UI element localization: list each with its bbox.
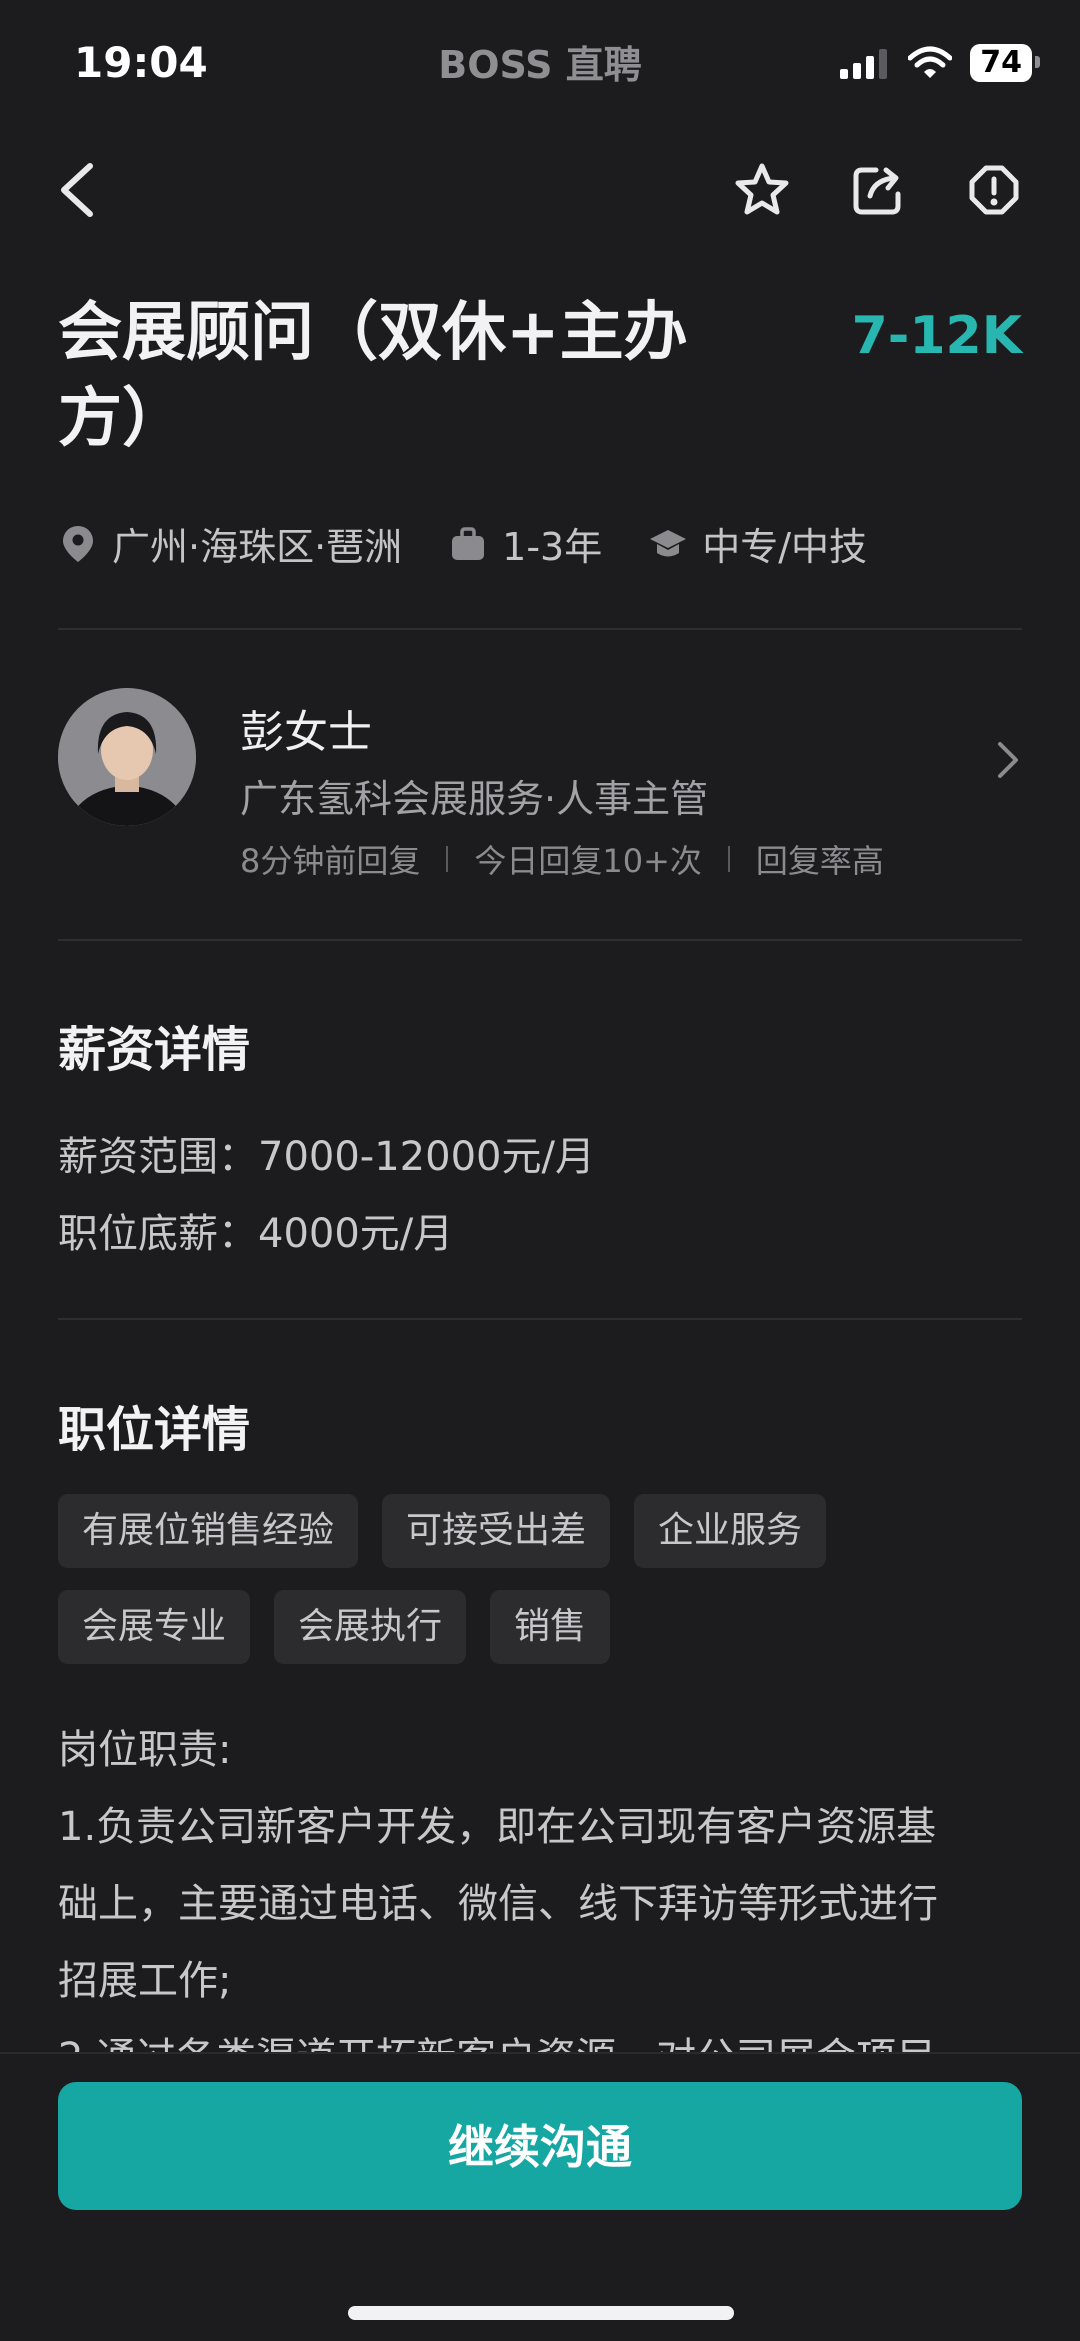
continue-chat-button[interactable]: 继续沟通 bbox=[58, 2082, 1022, 2210]
job-meta: 广州·海珠区·琶洲 1-3年 中专/中技 bbox=[58, 516, 913, 571]
job-experience: 1-3年 bbox=[448, 516, 602, 571]
tag-row: 会展专业 会展执行 销售 bbox=[58, 1590, 1022, 1664]
bottom-action-bar: 继续沟通 bbox=[0, 2052, 1080, 2341]
tag: 会展执行 bbox=[274, 1590, 467, 1664]
tag: 可接受出差 bbox=[382, 1494, 611, 1568]
salary-details-title: 薪资详情 bbox=[58, 1022, 251, 1078]
wifi-icon bbox=[908, 46, 953, 78]
job-location: 广州·海珠区·琶洲 bbox=[58, 516, 402, 571]
separator bbox=[727, 846, 730, 872]
description-line: 招展工作; bbox=[58, 1958, 232, 2004]
base-salary-line: 职位底薪：4000元/月 bbox=[58, 1211, 454, 1257]
description-line: 础上，主要通过电话、微信、线下拜访等形式进行 bbox=[58, 1881, 938, 1927]
recruiter-reply-status: 8分钟前回复 今日回复10+次 回复率高 bbox=[240, 836, 884, 882]
share-icon[interactable] bbox=[848, 160, 908, 220]
experience-text: 1-3年 bbox=[502, 525, 603, 569]
salary-range: 7-12K bbox=[851, 306, 1022, 366]
job-description: 岗位职责: 1.负责公司新客户开发，即在公司现有客户资源基 础上，主要通过电话、… bbox=[58, 1712, 1022, 2052]
nav-actions bbox=[732, 160, 1024, 220]
reply-time: 8分钟前回复 bbox=[240, 842, 421, 880]
tag: 会展专业 bbox=[58, 1590, 251, 1664]
location-text: 广州·海珠区·琶洲 bbox=[112, 525, 403, 569]
tag-row: 有展位销售经验 可接受出差 企业服务 bbox=[58, 1494, 1022, 1568]
divider bbox=[58, 1318, 1022, 1320]
status-bar: 19:04 BOSS 直聘 74 bbox=[0, 0, 1080, 120]
back-arrow-icon[interactable] bbox=[50, 158, 106, 222]
home-indicator[interactable] bbox=[348, 2306, 734, 2320]
tag: 销售 bbox=[490, 1590, 611, 1664]
divider bbox=[58, 939, 1022, 941]
education-text: 中专/中技 bbox=[702, 525, 868, 569]
description-line: 1.负责公司新客户开发，即在公司现有客户资源基 bbox=[58, 1804, 937, 1850]
battery-indicator: 74 bbox=[970, 44, 1040, 82]
salary-range-line: 薪资范围：7000-12000元/月 bbox=[58, 1134, 595, 1180]
recruiter-name: 彭女士 bbox=[240, 707, 372, 758]
recruiter-card[interactable]: 彭女士 广东氢科会展服务·人事主管 8分钟前回复 今日回复10+次 回复率高 bbox=[58, 688, 1022, 880]
recruiter-company-role: 广东氢科会展服务·人事主管 bbox=[240, 777, 709, 821]
briefcase-icon bbox=[452, 526, 485, 560]
reply-rate: 回复率高 bbox=[755, 842, 884, 880]
tag: 有展位销售经验 bbox=[58, 1494, 359, 1568]
recruiter-avatar[interactable] bbox=[58, 688, 196, 826]
chevron-right-icon[interactable] bbox=[994, 738, 1022, 782]
reply-count: 今日回复10+次 bbox=[474, 842, 702, 880]
signal-icon bbox=[840, 49, 888, 79]
separator bbox=[446, 846, 449, 872]
graduation-cap-icon bbox=[650, 529, 687, 556]
job-details-title: 职位详情 bbox=[58, 1402, 251, 1458]
job-title: 会展顾问（双休+主办方） bbox=[58, 296, 688, 456]
job-education: 中专/中技 bbox=[648, 516, 867, 571]
description-line: 岗位职责: bbox=[58, 1727, 232, 1773]
skill-tags: 有展位销售经验 可接受出差 企业服务 会展专业 会展执行 销售 bbox=[58, 1494, 1022, 1686]
description-line: 2.通过各类渠道开拓新客户资源，对公司展会项目 bbox=[58, 2020, 1022, 2052]
status-indicators: 74 bbox=[840, 44, 1040, 82]
nav-bar bbox=[0, 150, 1080, 230]
divider bbox=[58, 628, 1022, 630]
location-pin-icon bbox=[63, 525, 93, 562]
star-icon[interactable] bbox=[732, 160, 792, 220]
report-warning-icon[interactable] bbox=[964, 160, 1024, 220]
tag: 企业服务 bbox=[634, 1494, 827, 1568]
